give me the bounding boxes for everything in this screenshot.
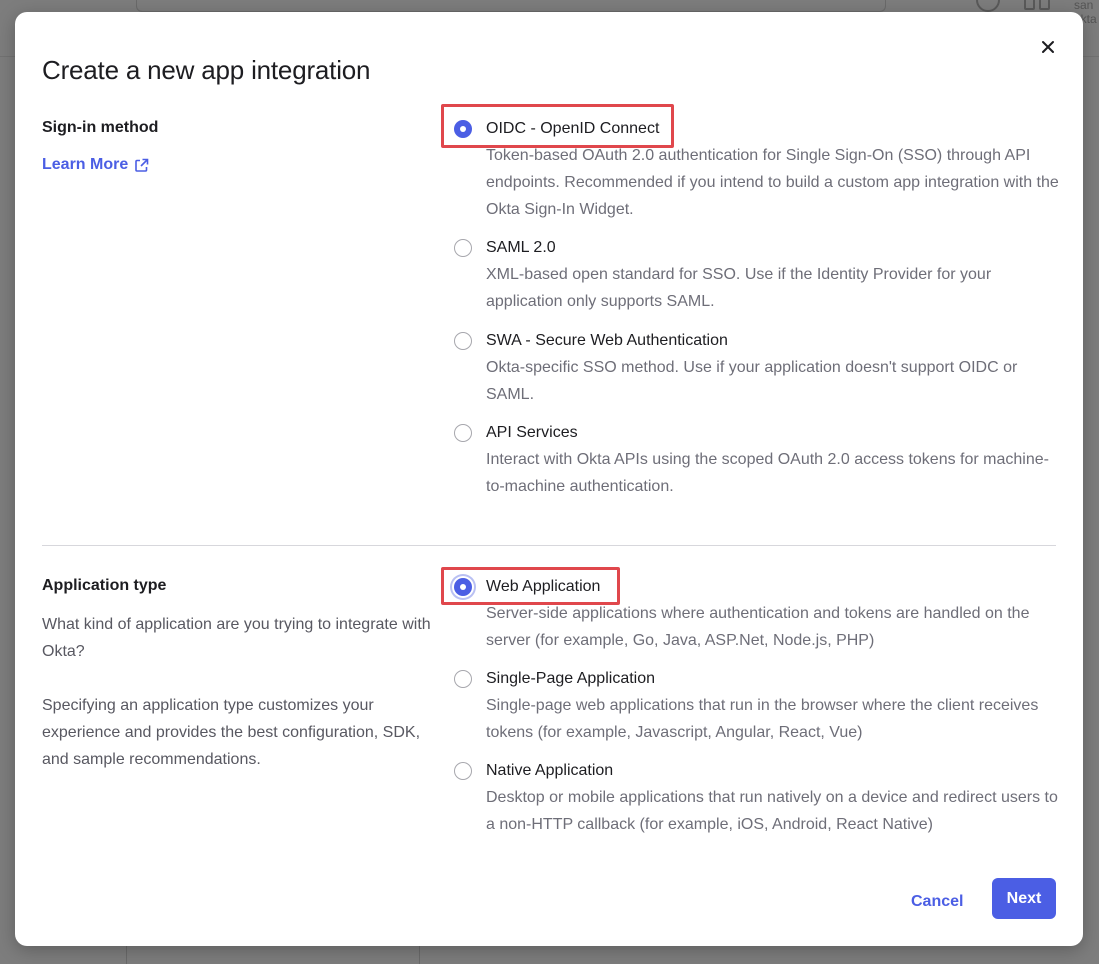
radio-button[interactable] bbox=[454, 761, 472, 780]
section-divider bbox=[42, 545, 1056, 546]
close-button[interactable] bbox=[1037, 36, 1059, 58]
option-description: Token-based OAuth 2.0 authentication for… bbox=[486, 147, 1059, 218]
dialog-title: Create a new app integration bbox=[42, 55, 371, 85]
option-description: Interact with Okta APIs using the scoped… bbox=[486, 451, 1049, 495]
application-type-question: What kind of application are you trying … bbox=[42, 616, 431, 660]
radio-button-checked[interactable] bbox=[454, 119, 472, 138]
option-label: Web Application bbox=[486, 577, 601, 595]
background-header-icons: san okta bbox=[976, 0, 1097, 26]
close-icon bbox=[1042, 41, 1054, 53]
next-button[interactable]: Next bbox=[992, 878, 1056, 919]
learn-more-link[interactable]: Learn More bbox=[42, 156, 149, 174]
option-label: SWA - Secure Web Authentication bbox=[486, 331, 728, 349]
radio-button[interactable] bbox=[454, 669, 472, 688]
background-divider bbox=[419, 946, 420, 964]
radio-option-single-page-application[interactable]: Single-Page Application Single-page web … bbox=[453, 665, 1063, 746]
option-description: Desktop or mobile applications that run … bbox=[486, 789, 1058, 833]
external-link-icon bbox=[135, 158, 149, 172]
radio-option-api-services[interactable]: API Services Interact with Okta APIs usi… bbox=[453, 419, 1063, 500]
background-search-bar bbox=[136, 0, 886, 12]
radio-option-oidc[interactable]: OIDC - OpenID Connect Token-based OAuth … bbox=[453, 115, 1063, 223]
option-description: Single-page web applications that run in… bbox=[486, 697, 1039, 741]
radio-button[interactable] bbox=[454, 423, 472, 442]
radio-option-native-application[interactable]: Native Application Desktop or mobile app… bbox=[453, 757, 1063, 838]
option-label: SAML 2.0 bbox=[486, 238, 556, 256]
radio-option-saml[interactable]: SAML 2.0 XML-based open standard for SSO… bbox=[453, 234, 1063, 315]
sign-in-method-label: Sign-in method bbox=[42, 119, 159, 136]
option-description: XML-based open standard for SSO. Use if … bbox=[486, 266, 992, 310]
option-label: OIDC - OpenID Connect bbox=[486, 119, 660, 137]
option-label: API Services bbox=[486, 423, 578, 441]
apps-grid-icon bbox=[1024, 0, 1052, 10]
radio-button[interactable] bbox=[454, 331, 472, 350]
cancel-button[interactable]: Cancel bbox=[903, 882, 971, 922]
option-description: Server-side applications where authentic… bbox=[486, 605, 1030, 649]
background-divider bbox=[126, 946, 127, 964]
option-description: Okta-specific SSO method. Use if your ap… bbox=[486, 359, 1018, 403]
help-icon bbox=[976, 0, 1000, 12]
radio-option-web-application[interactable]: Web Application Server-side applications… bbox=[453, 573, 1063, 654]
radio-option-swa[interactable]: SWA - Secure Web Authentication Okta-spe… bbox=[453, 327, 1063, 408]
radio-button-checked[interactable] bbox=[454, 577, 472, 596]
create-app-integration-dialog: Create a new app integration Sign-in met… bbox=[15, 12, 1083, 946]
option-label: Native Application bbox=[486, 761, 614, 779]
learn-more-label: Learn More bbox=[42, 156, 129, 173]
application-type-help: Specifying an application type customize… bbox=[42, 697, 421, 768]
application-type-label: Application type bbox=[42, 577, 167, 594]
radio-button[interactable] bbox=[454, 238, 472, 257]
option-label: Single-Page Application bbox=[486, 669, 656, 687]
